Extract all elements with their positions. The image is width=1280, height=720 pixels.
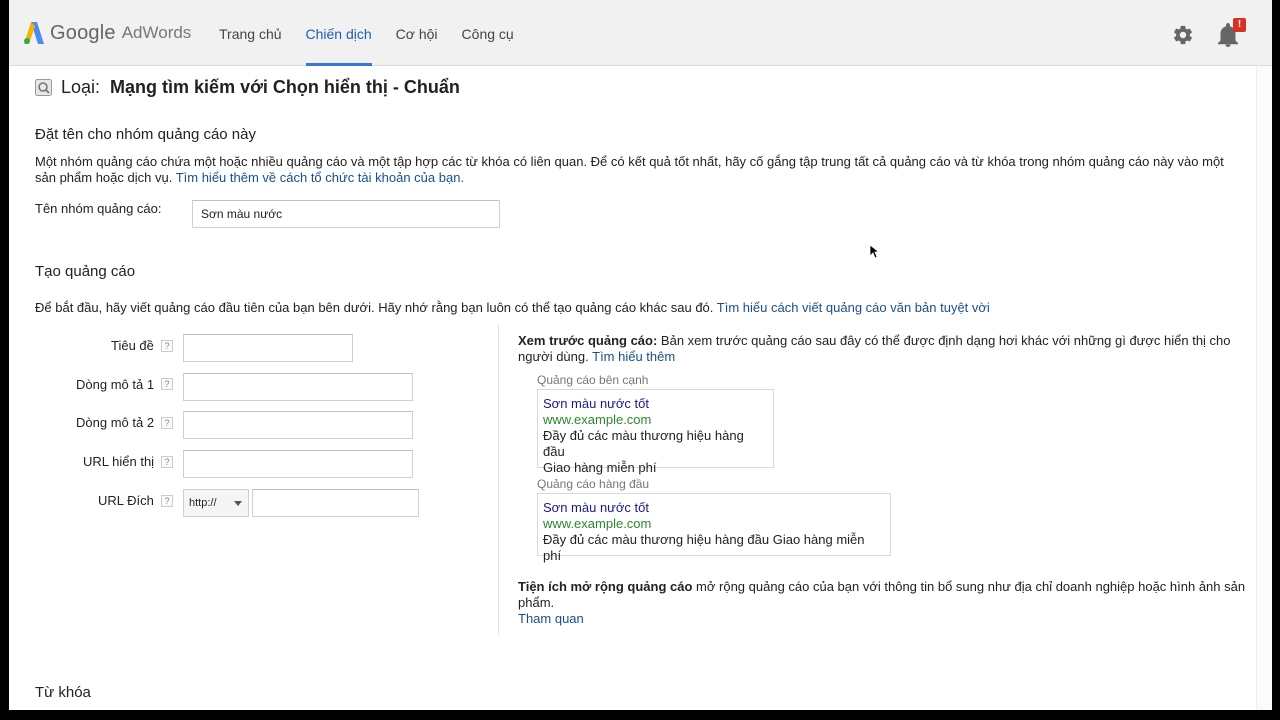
logo-google-text: Google	[50, 21, 116, 44]
side-ad-url: www.example.com	[543, 412, 652, 427]
protocol-select[interactable]: http://	[183, 489, 249, 517]
display-url-help-icon[interactable]: ?	[161, 456, 173, 468]
create-ad-section-title: Tạo quảng cáo	[35, 263, 136, 280]
top-ad-line1: Đầy đủ các màu thương hiệu hàng đầu Giao…	[543, 532, 865, 563]
campaign-type-label: Loại:	[61, 76, 101, 97]
campaign-type-row: Loại: Mạng tìm kiếm với Chọn hiển thị - …	[35, 77, 460, 97]
ad-preview-heading: Xem trước quảng cáo: Bản xem trước quảng…	[518, 333, 1248, 365]
search-display-icon	[35, 78, 52, 96]
campaign-type-value: Mạng tìm kiếm với Chọn hiển thị - Chuẩn	[110, 76, 460, 97]
headline-input[interactable]	[183, 334, 353, 362]
dest-url-label: URL Đích	[98, 493, 154, 508]
ad-extensions-info: Tiện ích mở rộng quảng cáo mở rộng quảng…	[518, 579, 1248, 627]
main-nav: Trang chủ Chiến dịch Cơ hội Công cụ	[207, 0, 526, 66]
top-ad-url: www.example.com	[543, 516, 652, 531]
top-ad-label: Quảng cáo hàng đầu	[537, 477, 650, 491]
learn-account-structure-link[interactable]: Tìm hiểu thêm về cách tổ chức tài khoản …	[176, 170, 464, 185]
nav-tools[interactable]: Công cụ	[450, 0, 526, 66]
desc-line2-input[interactable]	[183, 411, 413, 439]
preview-heading-bold: Xem trước quảng cáo:	[518, 333, 658, 348]
top-ad-preview: Sơn màu nước tốt www.example.com Đầy đủ …	[537, 493, 891, 563]
ad-group-name-input[interactable]: Sơn màu nước	[192, 200, 500, 228]
top-bar: Google AdWords Trang chủ Chiến dịch Cơ h…	[9, 0, 1272, 66]
desc-line1-help-icon[interactable]: ?	[161, 378, 173, 390]
preview-learn-more-link[interactable]: Tìm hiểu thêm	[592, 349, 675, 364]
desc-line2-label: Dòng mô tả 2	[76, 415, 155, 430]
scrollbar[interactable]	[1256, 66, 1272, 710]
side-ad-label: Quảng cáo bên cạnh	[537, 373, 649, 387]
side-ad-preview: Sơn màu nước tốt www.example.com Đầy đủ …	[537, 389, 774, 475]
learn-write-ads-link[interactable]: Tìm hiểu cách viết quảng cáo văn bản tuy…	[717, 300, 990, 315]
dest-url-input[interactable]	[252, 489, 419, 517]
side-ad-line2: Giao hàng miễn phí	[543, 460, 657, 475]
desc-line1-label: Dòng mô tả 1	[76, 377, 155, 392]
adwords-window: Google AdWords Trang chủ Chiến dịch Cơ h…	[9, 0, 1272, 710]
side-ad-line1: Đầy đủ các màu thương hiệu hàng đầu	[543, 428, 744, 459]
side-ad-title: Sơn màu nước tốt	[543, 396, 649, 411]
adwords-logo[interactable]: Google AdWords	[24, 20, 191, 46]
desc-line1-input[interactable]	[183, 373, 413, 401]
headline-label: Tiêu đề	[111, 338, 154, 353]
ad-extensions-bold: Tiện ích mở rộng quảng cáo	[518, 579, 693, 594]
ad-group-name-label: Tên nhóm quảng cáo:	[35, 201, 162, 216]
gear-icon[interactable]	[1172, 24, 1194, 46]
tour-link[interactable]: Tham quan	[518, 611, 584, 626]
adwords-logo-icon	[24, 22, 44, 44]
protocol-select-value: http://	[189, 497, 217, 509]
display-url-label: URL hiển thị	[83, 454, 155, 469]
keywords-section-title: Từ khóa	[35, 684, 91, 701]
headline-help-icon[interactable]: ?	[161, 340, 173, 352]
desc-line2-help-icon[interactable]: ?	[161, 417, 173, 429]
nav-opportunities[interactable]: Cơ hội	[384, 0, 450, 66]
create-ad-description: Để bắt đầu, hãy viết quảng cáo đầu tiên …	[35, 300, 1235, 316]
nav-home[interactable]: Trang chủ	[207, 0, 294, 66]
column-divider	[498, 324, 499, 635]
notification-badge: !	[1233, 18, 1246, 32]
ad-group-description: Một nhóm quảng cáo chứa một hoặc nhiều q…	[35, 154, 1235, 186]
display-url-input[interactable]	[183, 450, 413, 478]
create-ad-description-text: Để bắt đầu, hãy viết quảng cáo đầu tiên …	[35, 300, 714, 315]
top-ad-title: Sơn màu nước tốt	[543, 500, 649, 515]
mouse-cursor-icon	[869, 244, 881, 259]
ad-group-section-title: Đặt tên cho nhóm quảng cáo này	[35, 126, 256, 143]
dest-url-help-icon[interactable]: ?	[161, 495, 173, 507]
chevron-down-icon	[234, 501, 242, 506]
nav-campaigns[interactable]: Chiến dịch	[294, 0, 384, 66]
logo-adwords-text: AdWords	[121, 23, 192, 42]
